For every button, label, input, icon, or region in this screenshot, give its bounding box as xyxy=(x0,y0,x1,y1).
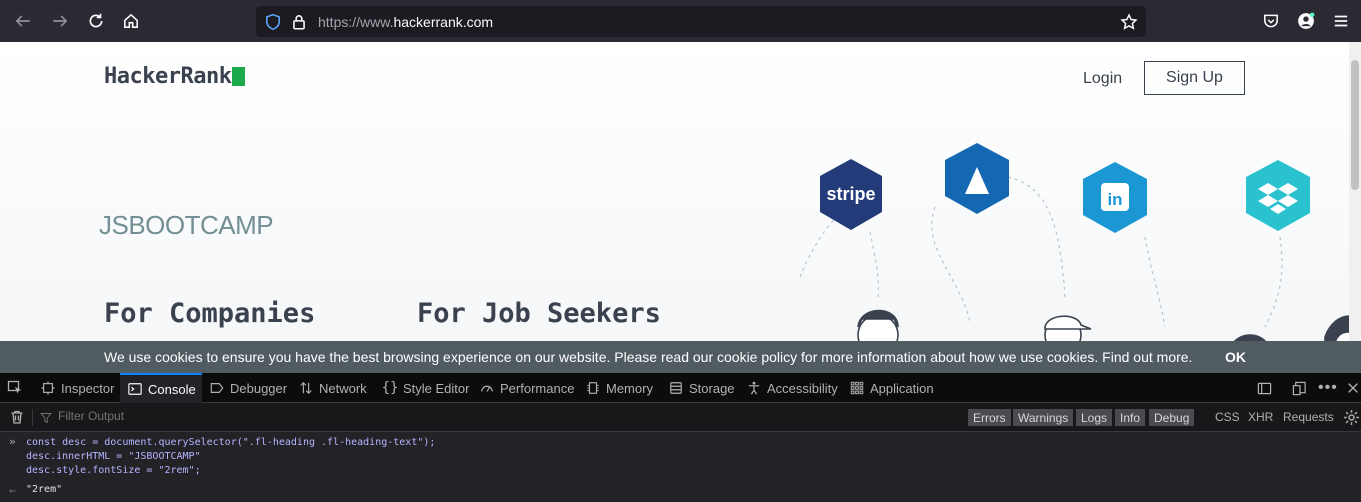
console-result: "2rem" xyxy=(26,484,63,495)
toolbar-divider xyxy=(32,409,33,426)
console-toolbar: Filter Output Errors Warnings Logs Info … xyxy=(0,403,1361,432)
style-editor-icon: {} xyxy=(381,380,399,396)
atlassian-logo-badge xyxy=(945,143,1009,214)
back-arrow-icon[interactable] xyxy=(12,10,34,32)
tab-storage[interactable]: Storage xyxy=(668,373,735,403)
filter-info-button[interactable]: Info xyxy=(1115,409,1146,426)
element-picker-icon[interactable] xyxy=(7,373,28,403)
account-icon[interactable] xyxy=(1295,10,1317,32)
application-icon xyxy=(849,380,865,396)
menu-icon[interactable] xyxy=(1330,10,1352,32)
tab-accessibility-label: Accessibility xyxy=(767,380,838,396)
bookmark-star-icon[interactable] xyxy=(1118,11,1140,33)
filter-logs-button[interactable]: Logs xyxy=(1076,409,1113,426)
clear-console-trash-icon[interactable] xyxy=(9,409,25,430)
scrollbar-thumb[interactable] xyxy=(1351,60,1359,190)
web-page: HackerRank Login Sign Up JSBOOTCAMP For … xyxy=(0,42,1361,373)
network-icon xyxy=(298,380,314,396)
tab-network-label: Network xyxy=(319,380,367,396)
tab-storage-label: Storage xyxy=(689,380,735,396)
cookie-banner-text: We use cookies to ensure you have the be… xyxy=(104,349,1193,365)
tab-application[interactable]: Application xyxy=(849,373,934,403)
svg-text:in: in xyxy=(1107,190,1122,209)
tab-application-label: Application xyxy=(870,380,934,396)
filter-css-button[interactable]: CSS xyxy=(1215,410,1240,424)
url-text[interactable]: https://www.hackerrank.com xyxy=(318,14,493,30)
responsive-design-icon[interactable] xyxy=(1256,373,1277,403)
filter-output-input[interactable]: Filter Output xyxy=(58,409,124,423)
hero-title: JSBOOTCAMP xyxy=(99,210,274,240)
console-icon xyxy=(127,381,143,397)
hackerrank-logo[interactable]: HackerRank xyxy=(104,64,246,89)
dock-side-icon[interactable] xyxy=(1291,373,1312,403)
browser-toolbar: https://www.hackerrank.com xyxy=(0,0,1361,42)
lock-icon[interactable] xyxy=(288,11,310,33)
filter-xhr-button[interactable]: XHR xyxy=(1248,410,1273,424)
filter-debug-button[interactable]: Debug xyxy=(1149,409,1195,426)
input-prompt-chevron-icon: » xyxy=(9,435,16,448)
dropbox-logo-badge xyxy=(1246,160,1310,231)
tab-console[interactable]: Console xyxy=(120,373,202,403)
page-scrollbar[interactable] xyxy=(1349,42,1361,373)
tab-style-editor-label: Style Editor xyxy=(403,380,470,396)
login-link[interactable]: Login xyxy=(1083,70,1122,88)
filter-funnel-icon xyxy=(40,411,52,429)
close-devtools-icon[interactable] xyxy=(1345,373,1361,403)
heading-for-job-seekers: For Job Seekers xyxy=(417,298,661,329)
filter-warnings-button[interactable]: Warnings xyxy=(1013,409,1074,426)
url-bar[interactable]: https://www.hackerrank.com xyxy=(256,6,1146,37)
memory-icon xyxy=(585,380,601,396)
tab-memory-label: Memory xyxy=(606,380,653,396)
devtools-tab-bar: Inspector Console Debugger Network {} St… xyxy=(0,373,1361,403)
result-arrow-icon: ← xyxy=(9,484,16,497)
stripe-logo-badge: stripe xyxy=(820,159,882,230)
accessibility-icon xyxy=(746,380,762,396)
signup-button[interactable]: Sign Up xyxy=(1144,61,1245,95)
heading-for-companies: For Companies xyxy=(104,298,316,329)
stripe-logo-text: stripe xyxy=(826,184,875,204)
tracking-shield-icon[interactable] xyxy=(262,11,284,33)
tab-style-editor[interactable]: {} Style Editor xyxy=(381,373,470,403)
linkedin-logo-badge: in xyxy=(1083,162,1147,233)
tab-inspector-label: Inspector xyxy=(61,380,115,396)
reload-icon[interactable] xyxy=(85,10,107,32)
forward-arrow-icon[interactable] xyxy=(49,10,71,32)
tab-accessibility[interactable]: Accessibility xyxy=(746,373,838,403)
hero-illustration: stripe in xyxy=(773,143,1360,373)
cookie-banner: We use cookies to ensure you have the be… xyxy=(0,341,1361,373)
console-settings-gear-icon[interactable] xyxy=(1343,409,1360,431)
tab-network[interactable]: Network xyxy=(298,373,367,403)
home-icon[interactable] xyxy=(120,10,142,32)
tab-debugger-label: Debugger xyxy=(230,380,288,396)
console-input-line: const desc = document.querySelector(".fl… xyxy=(26,437,436,448)
console-output[interactable]: » const desc = document.querySelector(".… xyxy=(0,432,1361,502)
console-input-line: desc.innerHTML = "JSBOOTCAMP" xyxy=(26,451,201,462)
storage-icon xyxy=(668,380,684,396)
inspector-icon xyxy=(40,380,56,396)
tab-inspector[interactable]: Inspector xyxy=(40,373,116,403)
filter-errors-button[interactable]: Errors xyxy=(968,409,1011,426)
cookie-ok-button[interactable]: OK xyxy=(1225,349,1246,365)
performance-icon xyxy=(479,380,495,396)
tab-performance-label: Performance xyxy=(500,380,575,396)
more-options-icon[interactable]: ••• xyxy=(1318,373,1338,403)
tab-memory[interactable]: Memory xyxy=(585,373,653,403)
filter-requests-button[interactable]: Requests xyxy=(1283,410,1334,424)
tab-performance[interactable]: Performance xyxy=(479,373,574,403)
console-input-line: desc.style.fontSize = "2rem"; xyxy=(26,465,201,476)
tab-console-label: Console xyxy=(148,381,196,397)
tab-debugger[interactable]: Debugger xyxy=(209,373,287,403)
debugger-icon xyxy=(209,380,225,396)
pocket-icon[interactable] xyxy=(1260,10,1282,32)
